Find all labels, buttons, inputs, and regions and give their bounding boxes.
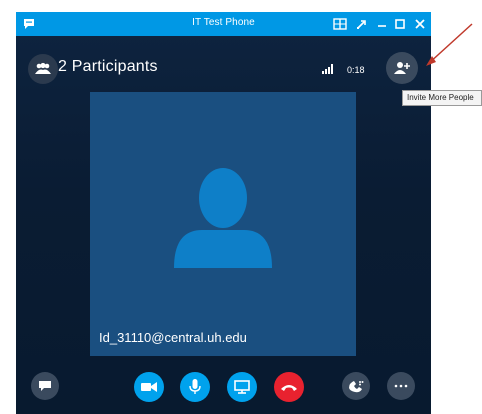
annotation-arrow [426,23,473,66]
